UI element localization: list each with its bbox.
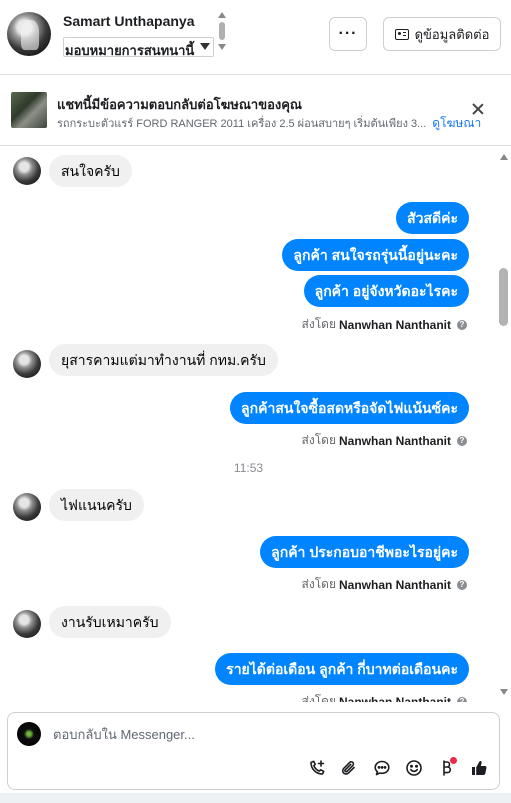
sent-by-label: ส่งโดย Nanwhan Nanthanit ? bbox=[302, 692, 467, 702]
scroll-up-icon[interactable] bbox=[218, 12, 226, 18]
outgoing-message[interactable]: ลูกค้า สนใจรถรุ่นนี้อยู่นะคะ bbox=[282, 239, 469, 271]
ad-description: รถกระบะตัวแรร์ FORD RANGER 2011 เครื่อง … bbox=[57, 118, 427, 130]
currency-icon[interactable] bbox=[435, 757, 457, 779]
close-icon[interactable] bbox=[470, 102, 486, 118]
outgoing-message[interactable]: ลูกค้า อยู่จังหวัดอะไรคะ bbox=[303, 275, 469, 307]
outgoing-message[interactable]: ลูกค้าสนใจซื้อสดหรือจัดไฟแน้นซ์คะ bbox=[230, 392, 469, 424]
ad-reply-banner: แชทนี้มีข้อความตอบกลับต่อโฆษณาของคุณ รถก… bbox=[0, 76, 511, 146]
time-divider: 11:53 bbox=[233, 461, 264, 475]
info-icon[interactable]: ? bbox=[457, 579, 467, 590]
assign-conversation-value: มอบหมายการสนทนานี้ bbox=[65, 43, 195, 57]
call-plus-icon[interactable] bbox=[306, 757, 328, 779]
thread-scrollbar[interactable] bbox=[497, 147, 511, 702]
info-icon[interactable]: ? bbox=[457, 319, 467, 330]
scroll-down-icon[interactable] bbox=[218, 44, 226, 50]
info-icon[interactable]: ? bbox=[457, 435, 467, 446]
sent-by-prefix: ส่งโดย bbox=[301, 577, 336, 591]
assign-conversation-select[interactable]: มอบหมายการสนทนานี้ bbox=[63, 37, 214, 57]
conversation-header: Samart Unthapanya มอบหมายการสนทนานี้ ···… bbox=[0, 0, 511, 75]
more-options-label: ··· bbox=[338, 25, 358, 42]
page-avatar bbox=[17, 722, 41, 746]
outgoing-message[interactable]: รายได้ต่อเดือน ลูกค้า กี่บาทต่อเดือนคะ bbox=[215, 653, 469, 685]
sender-avatar[interactable] bbox=[13, 157, 41, 185]
contact-avatar[interactable] bbox=[7, 12, 51, 56]
contact-card-icon bbox=[394, 28, 409, 40]
ad-banner-subtitle: รถกระบะตัวแรร์ FORD RANGER 2011 เครื่อง … bbox=[57, 114, 481, 133]
sent-by-name: Nanwhan Nanthanit bbox=[338, 433, 451, 448]
incoming-message[interactable]: งานรับเหมาครับ bbox=[49, 606, 171, 638]
like-icon[interactable] bbox=[468, 757, 490, 779]
sender-avatar[interactable] bbox=[13, 610, 41, 638]
attach-icon[interactable] bbox=[338, 757, 360, 779]
info-icon[interactable]: ? bbox=[457, 696, 467, 702]
sender-avatar[interactable] bbox=[13, 493, 41, 521]
sent-by-label: ส่งโดย Nanwhan Nanthanit ? bbox=[302, 575, 467, 594]
sent-by-name: Nanwhan Nanthanit bbox=[338, 317, 451, 332]
scroll-down-icon[interactable] bbox=[500, 689, 508, 695]
bottom-edge bbox=[0, 793, 511, 803]
more-options-button[interactable]: ··· bbox=[329, 17, 367, 51]
incoming-message[interactable]: ไฟแนนครับ bbox=[49, 489, 144, 521]
message-composer bbox=[7, 712, 500, 790]
sent-by-name: Nanwhan Nanthanit bbox=[338, 577, 451, 592]
ad-thumbnail bbox=[11, 92, 47, 128]
scroll-up-icon[interactable] bbox=[500, 154, 508, 160]
sent-by-prefix: ส่งโดย bbox=[301, 694, 336, 702]
sent-by-prefix: ส่งโดย bbox=[301, 317, 336, 331]
outgoing-message[interactable]: สัวสดีค่ะ bbox=[396, 202, 469, 234]
emoji-icon[interactable] bbox=[403, 757, 425, 779]
sent-by-name: Nanwhan Nanthanit bbox=[338, 694, 451, 703]
scroll-thumb[interactable] bbox=[219, 22, 225, 40]
thread-scroll-thumb[interactable] bbox=[499, 268, 508, 326]
reply-input[interactable] bbox=[53, 727, 353, 742]
ad-banner-title: แชทนี้มีข้อความตอบกลับต่อโฆษณาของคุณ bbox=[57, 97, 302, 112]
sender-avatar[interactable] bbox=[13, 350, 41, 378]
view-contact-info-label: ดูข้อมูลติดต่อ bbox=[414, 26, 490, 42]
header-scrollbar[interactable] bbox=[218, 12, 226, 57]
incoming-message[interactable]: สนใจครับ bbox=[49, 155, 132, 187]
saved-reply-icon[interactable] bbox=[371, 757, 393, 779]
outgoing-message[interactable]: ลูกค้า ประกอบอาชีพอะไรอยู่คะ bbox=[260, 536, 469, 568]
sent-by-prefix: ส่งโดย bbox=[301, 433, 336, 447]
notification-dot bbox=[450, 757, 457, 764]
contact-name[interactable]: Samart Unthapanya bbox=[63, 13, 194, 29]
incoming-message[interactable]: ยุสารคามแต่มาทำงานที่ กทม.ครับ bbox=[49, 344, 278, 376]
sent-by-label: ส่งโดย Nanwhan Nanthanit ? bbox=[302, 431, 467, 450]
message-thread: สนใจครับ สัวสดีค่ะ ลูกค้า สนใจรถรุ่นนี้อ… bbox=[0, 147, 497, 702]
chevron-down-icon bbox=[200, 43, 210, 50]
view-ad-link[interactable]: ดูโฆษณา bbox=[432, 116, 481, 130]
view-contact-info-button[interactable]: ดูข้อมูลติดต่อ bbox=[383, 17, 501, 51]
sent-by-label: ส่งโดย Nanwhan Nanthanit ? bbox=[302, 315, 467, 334]
